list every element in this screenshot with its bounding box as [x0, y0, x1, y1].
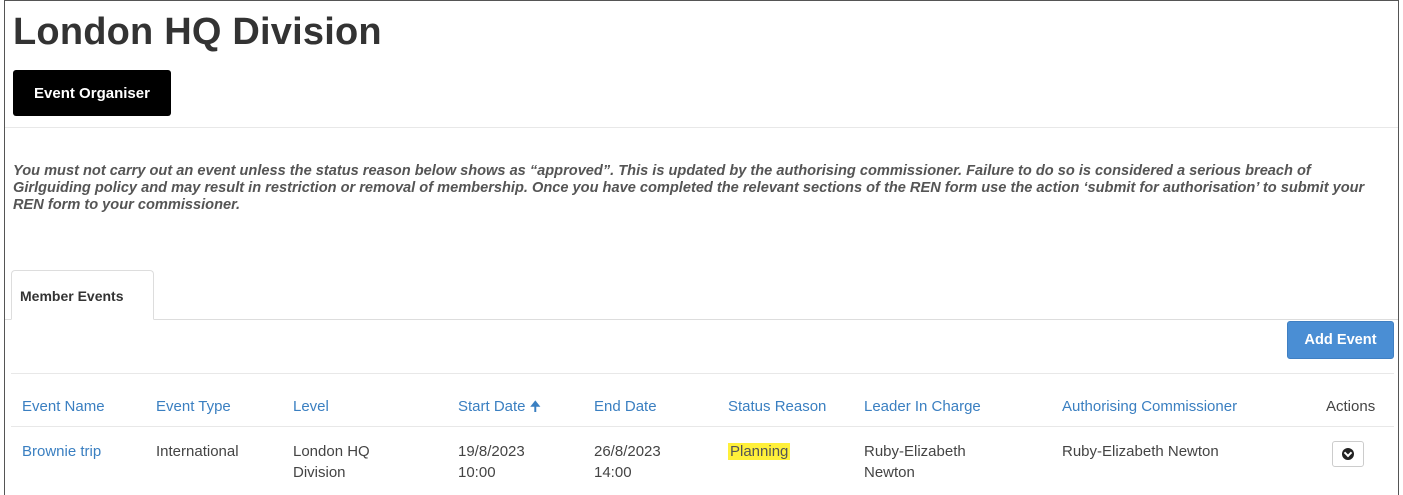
end-time: 14:00: [594, 464, 632, 481]
leader-in-charge-cell: Ruby-Elizabeth Newton: [864, 441, 966, 483]
divider: [5, 127, 1398, 128]
level-cell: London HQ Division: [293, 441, 370, 483]
status-reason-cell: Planning: [728, 441, 791, 462]
tab-member-events[interactable]: Member Events: [11, 270, 154, 320]
start-time: 10:00: [458, 464, 496, 481]
event-organiser-button[interactable]: Event Organiser: [13, 70, 171, 116]
header-label: End Date: [594, 398, 657, 415]
arrow-up-icon: 🠉: [529, 398, 542, 414]
header-label: Status Reason: [728, 398, 827, 415]
level-line: Division: [293, 464, 346, 481]
column-header-event-name[interactable]: Event Name: [22, 396, 105, 417]
header-label: Level: [293, 398, 329, 415]
header-label: Event Type: [156, 398, 231, 415]
header-row-rule: [11, 426, 1394, 427]
event-name-link[interactable]: Brownie trip: [22, 441, 101, 462]
add-event-button[interactable]: Add Event: [1287, 321, 1394, 359]
tab-label: Member Events: [20, 288, 124, 304]
column-header-level[interactable]: Level: [293, 396, 329, 417]
end-date-cell: 26/8/2023 14:00: [594, 441, 661, 483]
header-label: Leader In Charge: [864, 398, 981, 415]
header-label: Start Date: [458, 398, 526, 415]
table-top-rule: [11, 373, 1394, 374]
column-header-actions: Actions: [1326, 398, 1376, 415]
status-reason-highlight: Planning: [728, 443, 791, 460]
column-header-status-reason[interactable]: Status Reason: [728, 396, 826, 417]
start-date: 19/8/2023: [458, 443, 525, 460]
header-label: Authorising Commissioner: [1062, 398, 1238, 415]
header-label: Event Name: [22, 398, 105, 415]
start-date-cell: 19/8/2023 10:00: [458, 441, 525, 483]
column-header-authorising-commissioner[interactable]: Authorising Commissioner: [1062, 396, 1237, 417]
column-header-event-type[interactable]: Event Type: [156, 396, 231, 417]
event-type-cell: International: [156, 443, 239, 460]
level-line: London HQ: [293, 443, 370, 460]
row-actions-button[interactable]: [1332, 441, 1364, 467]
column-header-leader-in-charge[interactable]: Leader In Charge: [864, 396, 981, 417]
end-date: 26/8/2023: [594, 443, 661, 460]
authorising-commissioner-cell: Ruby-Elizabeth Newton: [1062, 443, 1219, 460]
tab-divider: [5, 319, 1398, 320]
column-header-start-date[interactable]: Start Date 🠉: [458, 396, 541, 417]
page-frame: London HQ Division Event Organiser You m…: [4, 0, 1399, 495]
leader-line: Ruby-Elizabeth: [864, 443, 966, 460]
page-title: London HQ Division: [13, 11, 382, 53]
policy-notice: You must not carry out an event unless t…: [13, 163, 1365, 213]
column-header-end-date[interactable]: End Date: [594, 396, 657, 417]
leader-line: Newton: [864, 464, 915, 481]
